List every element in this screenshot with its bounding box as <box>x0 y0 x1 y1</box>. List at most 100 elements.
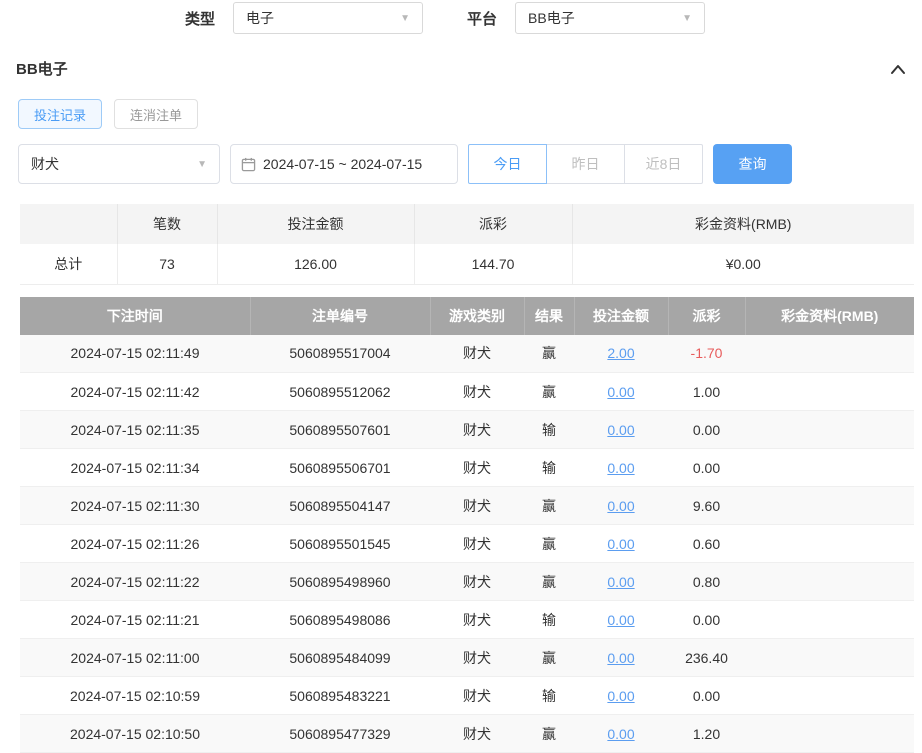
table-row: 2024-07-15 02:11:005060895484099财犬赢0.002… <box>20 639 914 677</box>
bets-table: 下注时间 注单编号 游戏类别 结果 投注金额 派彩 彩金资料(RMB) 2024… <box>20 297 914 753</box>
cell-order-id: 5060895498086 <box>250 601 430 639</box>
cell-payout: 0.80 <box>668 563 745 601</box>
table-row: 2024-07-15 02:11:355060895507601财犬输0.000… <box>20 411 914 449</box>
cell-bet-amount: 0.00 <box>574 677 668 715</box>
cell-result: 赢 <box>524 525 574 563</box>
platform-label: 平台 <box>467 8 497 29</box>
cell-bet-time: 2024-07-15 02:11:35 <box>20 411 250 449</box>
summary-header-row: 笔数 投注金额 派彩 彩金资料(RMB) <box>20 204 914 244</box>
bet-amount-link[interactable]: 0.00 <box>607 498 634 514</box>
chevron-up-icon <box>890 63 906 75</box>
table-row: 2024-07-15 02:11:215060895498086财犬输0.000… <box>20 601 914 639</box>
bet-amount-link[interactable]: 0.00 <box>607 536 634 552</box>
cell-result: 输 <box>524 411 574 449</box>
cell-bonus <box>745 563 914 601</box>
summary-total-row: 总计 73 126.00 144.70 ¥0.00 <box>20 244 914 284</box>
table-row: 2024-07-15 02:10:595060895483221财犬输0.000… <box>20 677 914 715</box>
cell-payout: 0.00 <box>668 677 745 715</box>
cell-order-id: 5060895504147 <box>250 487 430 525</box>
date-range-value: 2024-07-15 ~ 2024-07-15 <box>263 156 422 172</box>
cell-game-type: 财犬 <box>430 449 524 487</box>
summary-header-payout: 派彩 <box>414 204 572 244</box>
bets-section: 下注时间 注单编号 游戏类别 结果 投注金额 派彩 彩金资料(RMB) 2024… <box>20 297 902 753</box>
collapse-button[interactable] <box>890 63 906 75</box>
type-select[interactable]: 电子 ▼ <box>233 2 423 34</box>
bet-amount-link[interactable]: 0.00 <box>607 650 634 666</box>
bet-amount-link[interactable]: 0.00 <box>607 422 634 438</box>
quick-range-yesterday[interactable]: 昨日 <box>546 144 625 184</box>
cell-order-id: 5060895484099 <box>250 639 430 677</box>
cell-payout: 0.00 <box>668 449 745 487</box>
bet-amount-link[interactable]: 0.00 <box>607 460 634 476</box>
cell-bet-time: 2024-07-15 02:11:22 <box>20 563 250 601</box>
cell-result: 输 <box>524 677 574 715</box>
tab-bet-records[interactable]: 投注记录 <box>18 99 102 129</box>
summary-header-bet-amount: 投注金额 <box>217 204 414 244</box>
table-row: 2024-07-15 02:10:505060895477329财犬赢0.001… <box>20 715 914 753</box>
cell-bonus <box>745 525 914 563</box>
table-row: 2024-07-15 02:11:495060895517004财犬赢2.00-… <box>20 335 914 373</box>
platform-select[interactable]: BB电子 ▼ <box>515 2 705 34</box>
bet-amount-link[interactable]: 2.00 <box>607 345 634 361</box>
section-header: BB电子 <box>0 58 922 79</box>
cell-payout: 0.00 <box>668 411 745 449</box>
game-select[interactable]: 财犬 ▼ <box>18 144 220 184</box>
summary-total-bonus: ¥0.00 <box>572 244 914 284</box>
summary-total-label: 总计 <box>20 244 117 284</box>
cell-bonus <box>745 449 914 487</box>
cell-game-type: 财犬 <box>430 525 524 563</box>
quick-range-8days[interactable]: 近8日 <box>624 144 703 184</box>
bets-header-row: 下注时间 注单编号 游戏类别 结果 投注金额 派彩 彩金资料(RMB) <box>20 297 914 335</box>
cell-order-id: 5060895501545 <box>250 525 430 563</box>
bet-amount-link[interactable]: 0.00 <box>607 726 634 742</box>
cell-bonus <box>745 715 914 753</box>
date-range-picker[interactable]: 2024-07-15 ~ 2024-07-15 <box>230 144 458 184</box>
table-row: 2024-07-15 02:11:265060895501545财犬赢0.000… <box>20 525 914 563</box>
bet-amount-link[interactable]: 0.00 <box>607 574 634 590</box>
type-label: 类型 <box>185 8 215 29</box>
cell-game-type: 财犬 <box>430 563 524 601</box>
cell-bonus <box>745 335 914 373</box>
cell-order-id: 5060895507601 <box>250 411 430 449</box>
table-row: 2024-07-15 02:11:225060895498960财犬赢0.000… <box>20 563 914 601</box>
cell-bonus <box>745 639 914 677</box>
platform-field: 平台 BB电子 ▼ <box>467 2 705 34</box>
cell-bonus <box>745 373 914 411</box>
cell-result: 赢 <box>524 335 574 373</box>
calendar-icon <box>241 157 256 172</box>
cell-order-id: 5060895512062 <box>250 373 430 411</box>
quick-range-today[interactable]: 今日 <box>468 144 547 184</box>
cell-payout: -1.70 <box>668 335 745 373</box>
record-tabs: 投注记录 连消注单 <box>0 99 922 129</box>
cell-game-type: 财犬 <box>430 487 524 525</box>
cell-payout: 1.00 <box>668 373 745 411</box>
cell-bonus <box>745 411 914 449</box>
bet-amount-link[interactable]: 0.00 <box>607 612 634 628</box>
header-bet-amount: 投注金额 <box>574 297 668 335</box>
platform-select-value: BB电子 <box>528 8 575 28</box>
cell-bet-time: 2024-07-15 02:11:34 <box>20 449 250 487</box>
summary-total-bet-amount: 126.00 <box>217 244 414 284</box>
bet-amount-link[interactable]: 0.00 <box>607 384 634 400</box>
header-game-type: 游戏类别 <box>430 297 524 335</box>
table-row: 2024-07-15 02:11:425060895512062财犬赢0.001… <box>20 373 914 411</box>
cell-bet-amount: 0.00 <box>574 411 668 449</box>
cell-game-type: 财犬 <box>430 715 524 753</box>
table-row: 2024-07-15 02:11:345060895506701财犬输0.000… <box>20 449 914 487</box>
cell-result: 赢 <box>524 715 574 753</box>
search-button[interactable]: 查询 <box>713 144 792 184</box>
cell-order-id: 5060895477329 <box>250 715 430 753</box>
cell-bet-amount: 0.00 <box>574 601 668 639</box>
cell-bet-amount: 0.00 <box>574 715 668 753</box>
bet-amount-link[interactable]: 0.00 <box>607 688 634 704</box>
chevron-down-icon: ▼ <box>197 159 207 170</box>
header-payout: 派彩 <box>668 297 745 335</box>
cell-payout: 0.00 <box>668 601 745 639</box>
cell-bet-amount: 0.00 <box>574 525 668 563</box>
summary-total-payout: 144.70 <box>414 244 572 284</box>
chevron-down-icon: ▼ <box>400 13 410 24</box>
cell-payout: 0.60 <box>668 525 745 563</box>
cell-order-id: 5060895506701 <box>250 449 430 487</box>
tab-cancelled-orders[interactable]: 连消注单 <box>114 99 198 129</box>
cell-bet-amount: 2.00 <box>574 335 668 373</box>
